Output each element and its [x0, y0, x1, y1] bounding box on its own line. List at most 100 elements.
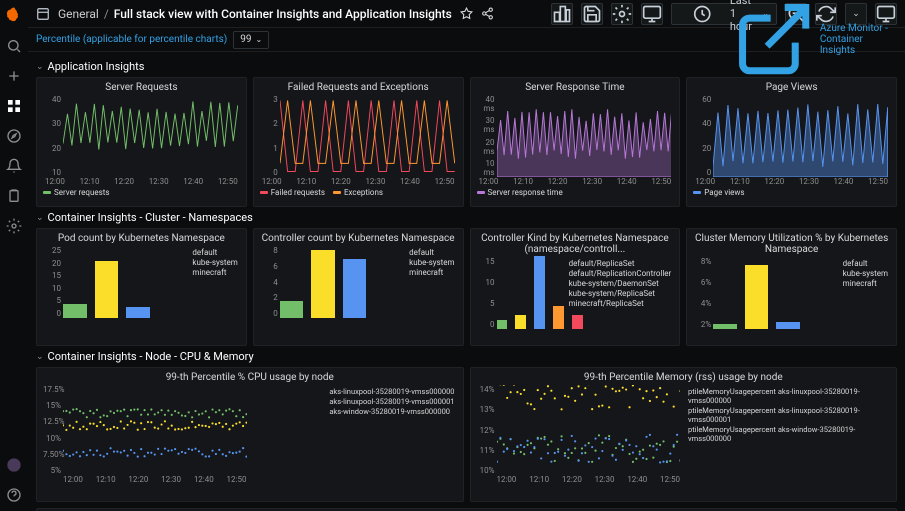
x-axis: 12:0012:1012:2012:3012:4012:50: [43, 475, 457, 484]
panel-title: Cluster Memory Utilization % by Kubernet…: [693, 233, 890, 255]
page-title[interactable]: Full stack view with Container Insights …: [114, 7, 452, 21]
panel-title: Controller Kind by Kubernetes Namespace …: [477, 233, 674, 255]
avatar[interactable]: [6, 457, 22, 473]
legend-item[interactable]: minecraft: [192, 268, 237, 277]
x-axis: 12:0012:1012:2012:3012:4012:50: [43, 177, 240, 186]
dashboard-settings-button[interactable]: [611, 3, 633, 25]
panel[interactable]: Pod count by Kubernetes Namespace2520151…: [36, 228, 247, 346]
bar: [280, 301, 304, 318]
bar: [311, 250, 335, 318]
legend-item[interactable]: kube-system: [843, 269, 888, 278]
legend-item[interactable]: kube-system: [409, 258, 454, 267]
plus-icon[interactable]: [6, 68, 22, 84]
row-app-insights[interactable]: ⌄Application Insights: [36, 60, 897, 73]
bar: [515, 315, 526, 329]
dashboard-content: ⌄Application Insights Server Requests 403…: [28, 52, 905, 511]
var-percentile-label: Percentile (applicable for percentile ch…: [36, 34, 227, 45]
save-button[interactable]: [581, 3, 603, 25]
legend-item[interactable]: ptileMemoryUsagepercent aks-window-35280…: [688, 425, 888, 443]
legend-item[interactable]: ptileMemoryUsagepercent aks-linuxpool-35…: [688, 387, 888, 405]
legend-item[interactable]: Server requests: [43, 188, 110, 197]
sidebar-nav: [0, 0, 28, 511]
chevron-down-icon: ⌄: [256, 35, 263, 44]
legend-item[interactable]: kube-system/ReplicaSet: [569, 289, 672, 298]
panel-title: Pod count by Kubernetes Namespace: [43, 233, 240, 244]
legend-swatch: [477, 191, 485, 194]
legend-item[interactable]: kube-system/DaemonSet: [569, 279, 672, 288]
legend-item[interactable]: minecraft: [843, 279, 888, 288]
share-icon[interactable]: [481, 7, 494, 20]
panel[interactable]: Server Response Time 40 ms30 ms20 ms10 ms…: [470, 77, 681, 207]
panel-title: 99-th Percentile Memory (rss) usage by n…: [477, 372, 891, 383]
variables-row: Percentile (applicable for percentile ch…: [28, 28, 905, 52]
legend-item[interactable]: default: [409, 248, 454, 257]
y-axis: 14%13%12%11%10%: [477, 385, 495, 475]
view-mode-button[interactable]: [641, 3, 663, 25]
legend-item[interactable]: default/ReplicationController: [569, 269, 672, 278]
bar: [63, 304, 87, 318]
x-axis: 12:0012:1012:2012:3012:4012:50: [477, 177, 674, 186]
bar: [343, 259, 367, 319]
panel[interactable]: Controller Kind by Kubernetes Namespace …: [470, 228, 681, 346]
panel[interactable]: Controller count by Kubernetes Namespace…: [253, 228, 464, 346]
legend-item[interactable]: Exceptions: [333, 188, 383, 197]
panel-title: Page Views: [693, 82, 890, 93]
y-axis: 17.5%15%12.5%10%7.50%5%: [43, 385, 61, 475]
legend-item[interactable]: minecraft: [409, 268, 454, 277]
row-container-node[interactable]: ⌄Container Insights - Node - CPU & Memor…: [36, 350, 897, 363]
grafana-logo-icon[interactable]: [5, 6, 23, 24]
legend-swatch: [333, 191, 341, 194]
legend-item[interactable]: default: [843, 259, 888, 268]
bar: [553, 306, 564, 329]
x-axis: 12:0012:1012:2012:3012:4012:50: [477, 475, 891, 484]
legend-item[interactable]: aks-linuxpool-35280019-vmss000001: [329, 397, 454, 406]
panel-add-icon[interactable]: [36, 7, 50, 21]
bars: [713, 261, 800, 329]
dashboards-icon[interactable]: [6, 98, 22, 114]
explore-icon[interactable]: [6, 128, 22, 144]
y-axis: 8%6%4%2%: [693, 257, 711, 329]
alerting-icon[interactable]: [6, 158, 22, 174]
panel-title: 99-th Percentile % CPU usage by node: [43, 372, 457, 383]
bar: [126, 307, 150, 318]
panel-title: Failed Requests and Exceptions: [260, 82, 457, 93]
breadcrumb-folder[interactable]: General: [58, 7, 99, 21]
bar: [572, 315, 583, 329]
help-icon[interactable]: [6, 487, 22, 503]
settings-icon[interactable]: [6, 218, 22, 234]
panel-title: Server Response Time: [477, 82, 674, 93]
panel[interactable]: 99-th Percentile % CPU usage by node 17.5…: [36, 367, 464, 502]
legend-item[interactable]: kube-system: [192, 258, 237, 267]
bar: [534, 256, 545, 329]
legend-item[interactable]: default/ReplicaSet: [569, 259, 672, 268]
bar: [745, 265, 769, 329]
search-icon[interactable]: [6, 38, 22, 54]
panel-title: Controller count by Kubernetes Namespace: [260, 233, 457, 244]
legend-item[interactable]: aks-linuxpool-35280019-vmss000000: [329, 387, 454, 396]
clipboard-icon[interactable]: [6, 188, 22, 204]
row-container-cluster[interactable]: ⌄Container Insights - Cluster - Namespac…: [36, 211, 897, 224]
legend-swatch: [693, 191, 701, 194]
legend-item[interactable]: Failed requests: [260, 188, 325, 197]
y-axis: 40 ms30 ms20 ms10 ms: [477, 95, 495, 177]
panel[interactable]: Failed Requests and Exceptions321012:001…: [253, 77, 464, 207]
star-icon[interactable]: [460, 7, 473, 20]
panel[interactable]: 99-th Percentile Memory (rss) usage by n…: [470, 367, 898, 502]
legend-item[interactable]: aks-window-35280019-vmss000000: [329, 407, 454, 416]
panel[interactable]: Server Requests 4030201012:0012:1012:2012…: [36, 77, 247, 207]
y-axis: 40302010: [43, 95, 61, 177]
legend-item[interactable]: default: [192, 248, 237, 257]
legend-item[interactable]: Server response time: [477, 188, 563, 197]
legend-item[interactable]: ptileMemoryUsagepercent aks-linuxpool-35…: [688, 406, 888, 424]
bars: [280, 250, 367, 318]
panel[interactable]: Cluster Memory Utilization % by Kubernet…: [686, 228, 897, 346]
bar: [713, 324, 737, 329]
y-axis: 6040200: [693, 95, 711, 177]
legend-item[interactable]: Page views: [693, 188, 744, 197]
panel[interactable]: Page Views604020012:0012:1012:2012:3012:…: [686, 77, 897, 207]
add-panel-button[interactable]: [551, 3, 573, 25]
legend-item[interactable]: minecraft/ReplicaSet: [569, 299, 672, 308]
var-percentile-select[interactable]: 99⌄: [233, 31, 269, 49]
panel-title: Server Requests: [43, 82, 240, 93]
chevron-down-icon: ⌄: [36, 352, 44, 362]
